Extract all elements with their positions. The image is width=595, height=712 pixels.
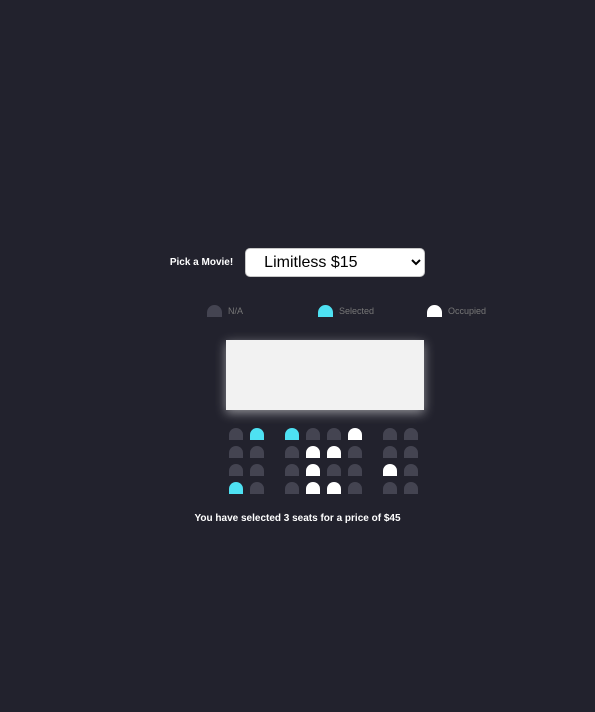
legend-label-occupied: Occupied — [448, 306, 487, 316]
seat-occupied — [327, 482, 341, 494]
seat-na[interactable] — [250, 482, 264, 494]
seat-na[interactable] — [306, 428, 320, 440]
seat-na[interactable] — [404, 464, 418, 476]
movie-label: Pick a Movie! — [169, 257, 234, 268]
seat-occupied — [348, 428, 362, 440]
seat-grid — [229, 428, 425, 500]
seat-na[interactable] — [285, 482, 299, 494]
seat-na[interactable] — [383, 428, 397, 440]
legend-item-selected: Selected — [318, 305, 374, 317]
seat-na[interactable] — [404, 482, 418, 494]
seat-selected[interactable] — [250, 428, 264, 440]
seat-na[interactable] — [285, 446, 299, 458]
seat-na[interactable] — [229, 428, 243, 440]
total-price: 45 — [389, 513, 401, 524]
movie-picker: Pick a Movie! Limitless $15 — [0, 248, 595, 277]
seat-na[interactable] — [383, 482, 397, 494]
seat-icon — [427, 305, 442, 317]
seat-selected[interactable] — [285, 428, 299, 440]
seat-na[interactable] — [250, 464, 264, 476]
seat-row — [229, 464, 425, 476]
legend-item-na: N/A — [207, 305, 243, 317]
seat-na[interactable] — [348, 464, 362, 476]
seat-selected[interactable] — [229, 482, 243, 494]
seat-na[interactable] — [229, 446, 243, 458]
seat-occupied — [306, 482, 320, 494]
seat-icon — [207, 305, 222, 317]
seat-legend: N/A Selected Occupied — [0, 305, 595, 319]
selection-summary: You have selected 3 seats for a price of… — [0, 513, 595, 524]
seat-na[interactable] — [348, 446, 362, 458]
seat-occupied — [306, 446, 320, 458]
seat-na[interactable] — [250, 446, 264, 458]
seat-occupied — [306, 464, 320, 476]
seat-na[interactable] — [327, 464, 341, 476]
seat-na[interactable] — [229, 464, 243, 476]
summary-prefix: You have selected — [194, 513, 284, 524]
theater-screen — [226, 340, 424, 410]
seat-na[interactable] — [327, 428, 341, 440]
seat-na[interactable] — [285, 464, 299, 476]
seat-occupied — [327, 446, 341, 458]
summary-middle: seats for a price of $ — [289, 513, 390, 524]
seat-na[interactable] — [404, 446, 418, 458]
legend-label-selected: Selected — [339, 306, 375, 316]
seat-row — [229, 446, 425, 458]
legend-label-na: N/A — [228, 306, 244, 316]
seat-na[interactable] — [404, 428, 418, 440]
seat-icon — [318, 305, 333, 317]
legend-item-occupied: Occupied — [427, 305, 486, 317]
seat-occupied — [383, 464, 397, 476]
seat-row — [229, 482, 425, 494]
movie-select[interactable]: Limitless $15 — [245, 248, 426, 277]
seat-row — [229, 428, 425, 440]
seat-na[interactable] — [348, 482, 362, 494]
seat-na[interactable] — [383, 446, 397, 458]
